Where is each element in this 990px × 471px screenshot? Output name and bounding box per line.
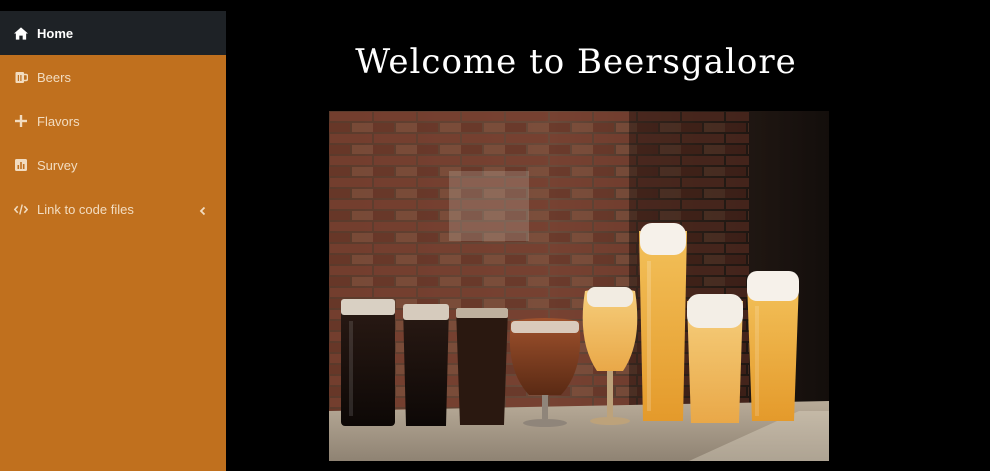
sidebar: Home Beers Flavors Survey Link to code f: [0, 11, 226, 471]
page-title: Welcome to Beersgalore: [355, 42, 797, 82]
sidebar-item-code-files[interactable]: Link to code files: [0, 187, 226, 231]
sidebar-item-label: Beers: [37, 69, 71, 85]
main-content: Welcome to Beersgalore: [226, 0, 990, 471]
top-strip: [0, 0, 226, 11]
sidebar-item-label: Flavors: [37, 113, 80, 129]
chevron-left-icon[interactable]: [198, 204, 208, 216]
sidebar-item-home[interactable]: Home: [0, 11, 226, 55]
plus-icon: [14, 114, 28, 128]
sidebar-item-survey[interactable]: Survey: [0, 143, 226, 187]
sidebar-item-label: Home: [37, 25, 74, 41]
code-icon: [14, 202, 28, 216]
sidebar-item-label: Link to code files: [37, 201, 134, 217]
bar-chart-icon: [14, 158, 28, 172]
sidebar-item-label: Survey: [37, 157, 78, 173]
home-icon: [14, 26, 28, 40]
sidebar-item-beers[interactable]: Beers: [0, 55, 226, 99]
beer-mug-icon: [14, 70, 28, 84]
app-window: Home Beers Flavors Survey Link to code f: [0, 0, 990, 471]
beer-glasses-image: [329, 111, 829, 461]
sidebar-item-flavors[interactable]: Flavors: [0, 99, 226, 143]
